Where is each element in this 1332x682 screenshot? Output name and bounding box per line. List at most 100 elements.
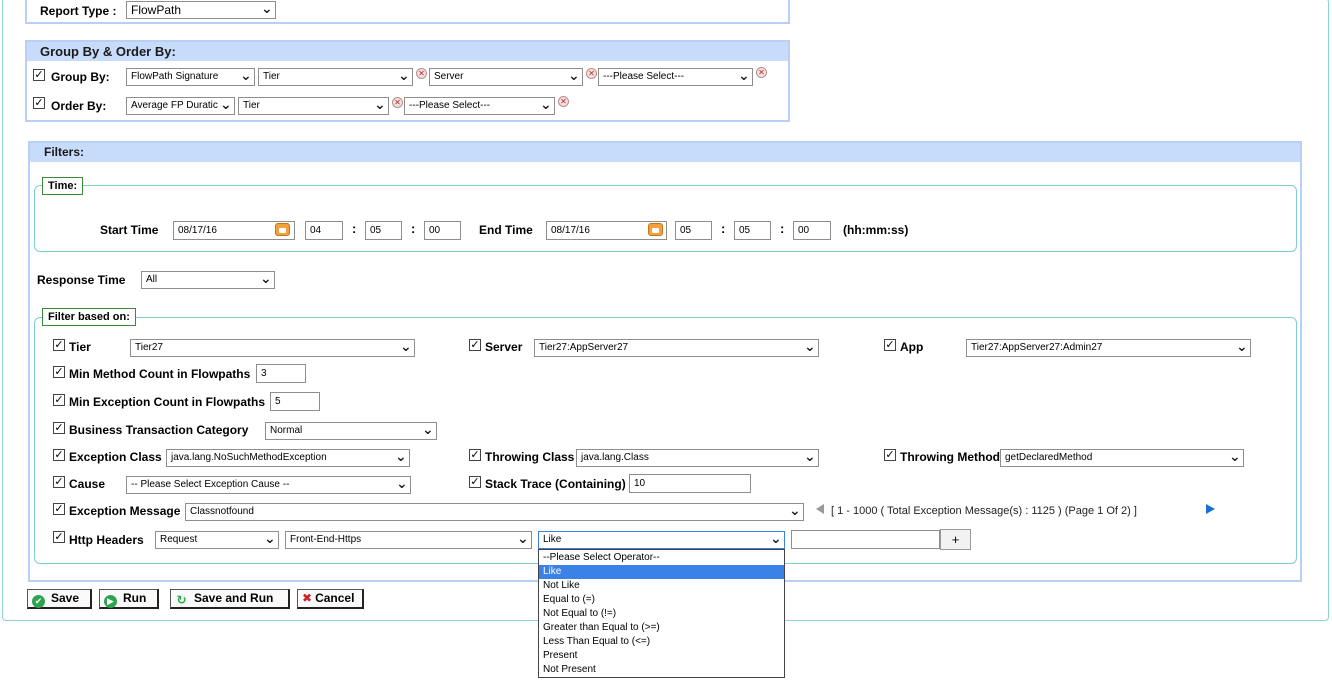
bt-category-select[interactable]: Normal	[265, 422, 437, 440]
run-button[interactable]: ▶ Run	[99, 589, 159, 609]
tier-select[interactable]: Tier27	[130, 339, 415, 357]
app-checkbox[interactable]	[884, 339, 896, 351]
order-by-checkbox[interactable]	[33, 97, 45, 109]
time-separator: :	[780, 221, 785, 236]
min-method-input[interactable]: 3	[256, 364, 306, 383]
end-hour-input[interactable]: 05	[675, 221, 712, 240]
stack-trace-input[interactable]: 10	[629, 474, 751, 493]
time-legend: Time:	[42, 177, 84, 195]
exception-message-label: Exception Message	[69, 504, 181, 518]
order-by-select-2[interactable]: Tier	[238, 97, 389, 115]
group-by-select-4[interactable]: ---Please Select---	[598, 68, 753, 86]
http-headers-label: Http Headers	[69, 533, 144, 547]
end-minute-input[interactable]: 05	[734, 221, 771, 240]
next-page-icon[interactable]	[1206, 504, 1215, 514]
min-exception-input[interactable]: 5	[270, 392, 320, 411]
group-by-checkbox[interactable]	[33, 69, 45, 81]
group-by-label: Group By:	[51, 70, 110, 84]
server-label: Server	[485, 340, 523, 354]
throwing-class-select[interactable]: java.lang.Class	[576, 449, 819, 467]
chevron-down-icon	[400, 341, 411, 355]
http-operator-select[interactable]: Like	[538, 531, 785, 549]
tier-checkbox[interactable]	[53, 339, 65, 351]
group-by-select-2[interactable]: Tier	[258, 68, 413, 86]
save-button[interactable]: ✔ Save	[27, 589, 92, 609]
report-type-select[interactable]: FlowPath	[126, 1, 276, 19]
throwing-method-checkbox[interactable]	[884, 449, 896, 461]
exception-class-select[interactable]: java.lang.NoSuchMethodException	[166, 449, 410, 467]
remove-icon[interactable]: ✕	[558, 96, 569, 107]
start-hour-input[interactable]: 04	[305, 221, 343, 240]
calendar-icon[interactable]	[648, 223, 663, 236]
response-time-select[interactable]: All	[141, 271, 275, 289]
order-by-select-1[interactable]: Average FP Duratic	[126, 97, 235, 115]
time-format-hint: (hh:mm:ss)	[843, 223, 909, 237]
chevron-down-icon	[1236, 341, 1247, 355]
bt-category-checkbox[interactable]	[53, 422, 65, 434]
operator-option[interactable]: --Please Select Operator--	[539, 551, 784, 565]
report-type-label: Report Type :	[40, 4, 117, 18]
refresh-icon: ↻	[175, 593, 188, 607]
remove-icon[interactable]: ✕	[392, 97, 403, 108]
order-by-label: Order By:	[51, 99, 107, 113]
exception-class-checkbox[interactable]	[53, 449, 65, 461]
server-checkbox[interactable]	[469, 339, 481, 351]
min-exception-checkbox[interactable]	[53, 394, 65, 406]
operator-dropdown-list[interactable]: --Please Select Operator-- Like Not Like…	[538, 549, 785, 678]
end-second-input[interactable]: 00	[793, 221, 831, 240]
exception-message-checkbox[interactable]	[53, 503, 65, 515]
operator-option[interactable]: Equal to (=)	[539, 593, 784, 607]
throwing-method-select[interactable]: getDeclaredMethod	[1000, 449, 1244, 467]
filter-based-legend: Filter based on:	[42, 308, 136, 326]
chevron-down-icon	[540, 99, 551, 113]
start-minute-input[interactable]: 05	[365, 221, 402, 240]
time-separator: :	[352, 221, 357, 236]
app-select[interactable]: Tier27:AppServer27:Admin27	[966, 339, 1251, 357]
paging-info: [ 1 - 1000 ( Total Exception Message(s) …	[831, 505, 1137, 517]
chevron-down-icon	[395, 451, 406, 465]
chevron-down-icon	[804, 451, 815, 465]
prev-page-icon[interactable]	[816, 504, 824, 514]
group-by-select-1[interactable]: FlowPath Signature	[126, 68, 255, 86]
add-header-button[interactable]: +	[940, 529, 971, 550]
report-type-panel: Report Type : FlowPath	[25, 0, 790, 24]
operator-option[interactable]: Not Like	[539, 579, 784, 593]
operator-option-selected[interactable]: Like	[539, 565, 784, 579]
chevron-down-icon	[804, 341, 815, 355]
min-method-label: Min Method Count in Flowpaths	[69, 367, 251, 381]
server-select[interactable]: Tier27:AppServer27	[534, 339, 819, 357]
remove-icon[interactable]: ✕	[416, 68, 427, 79]
min-method-checkbox[interactable]	[53, 366, 65, 378]
remove-icon[interactable]: ✕	[756, 67, 767, 78]
operator-option[interactable]: Less Than Equal to (<=)	[539, 635, 784, 649]
tier-label: Tier	[69, 340, 91, 354]
calendar-icon[interactable]	[275, 223, 290, 236]
check-icon: ✔	[32, 595, 45, 608]
operator-option[interactable]: Greater than Equal to (>=)	[539, 621, 784, 635]
order-by-select-3[interactable]: ---Please Select---	[404, 97, 555, 115]
exception-class-label: Exception Class	[69, 450, 162, 464]
end-time-label: End Time	[479, 223, 533, 237]
operator-option[interactable]: Present	[539, 649, 784, 663]
http-header-type-select[interactable]: Request	[155, 531, 279, 549]
operator-option[interactable]: Not Equal to (!=)	[539, 607, 784, 621]
cause-label: Cause	[69, 477, 106, 491]
chevron-down-icon	[738, 70, 749, 84]
start-second-input[interactable]: 00	[424, 221, 461, 240]
group-by-select-3[interactable]: Server	[429, 68, 583, 86]
exception-message-select[interactable]: Classnotfound	[185, 503, 804, 521]
cause-checkbox[interactable]	[53, 476, 65, 488]
chevron-down-icon	[398, 70, 409, 84]
cause-select[interactable]: -- Please Select Exception Cause --	[126, 476, 411, 494]
save-and-run-button[interactable]: ↻ Save and Run	[170, 589, 290, 609]
http-headers-checkbox[interactable]	[53, 531, 65, 543]
stack-trace-checkbox[interactable]	[469, 476, 481, 488]
throwing-class-checkbox[interactable]	[469, 449, 481, 461]
chevron-down-icon	[1229, 451, 1240, 465]
operator-option[interactable]: Not Present	[539, 663, 784, 677]
http-header-name-select[interactable]: Front-End-Https	[285, 531, 532, 549]
cancel-button[interactable]: ✖ Cancel	[297, 589, 364, 609]
chevron-down-icon	[770, 533, 781, 547]
http-header-value-input[interactable]	[791, 530, 940, 549]
remove-icon[interactable]: ✕	[586, 68, 597, 79]
